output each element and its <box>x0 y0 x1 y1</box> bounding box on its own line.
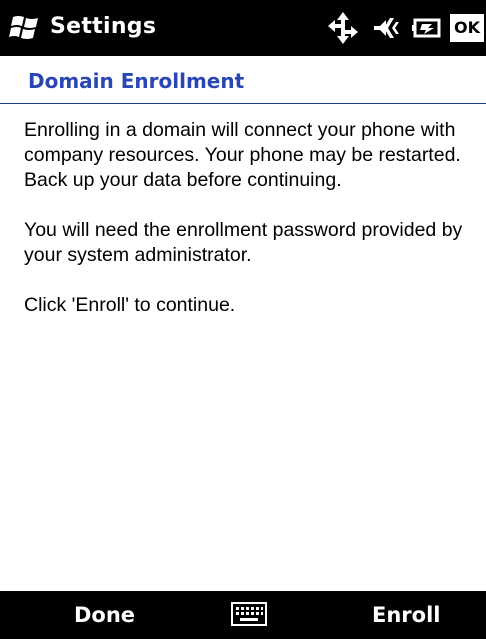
phone-screen: Settings OK Domain Enrollment Enrolling … <box>0 0 486 639</box>
softkey-bar: Done Enroll <box>0 591 486 639</box>
ok-button[interactable]: OK <box>450 14 484 42</box>
app-title: Settings <box>50 14 157 39</box>
content-area: Enrolling in a domain will connect your … <box>24 118 482 343</box>
windows-flag-icon[interactable] <box>9 13 43 43</box>
title-bar: Settings OK <box>0 0 486 56</box>
enroll-button[interactable]: Enroll <box>372 599 440 631</box>
keyboard-icon[interactable] <box>231 602 267 626</box>
volume-off-icon <box>374 18 399 38</box>
continue-paragraph: Click 'Enroll' to continue. <box>24 294 236 316</box>
password-paragraph: You will need the enrollment password pr… <box>24 219 463 266</box>
section-header: Domain Enrollment <box>0 56 486 104</box>
intro-paragraph: Enrolling in a domain will connect your … <box>24 119 461 191</box>
battery-charging-icon <box>412 18 441 38</box>
done-button[interactable]: Done <box>74 599 135 631</box>
data-connection-icon <box>328 12 358 44</box>
page-title: Domain Enrollment <box>28 69 245 93</box>
